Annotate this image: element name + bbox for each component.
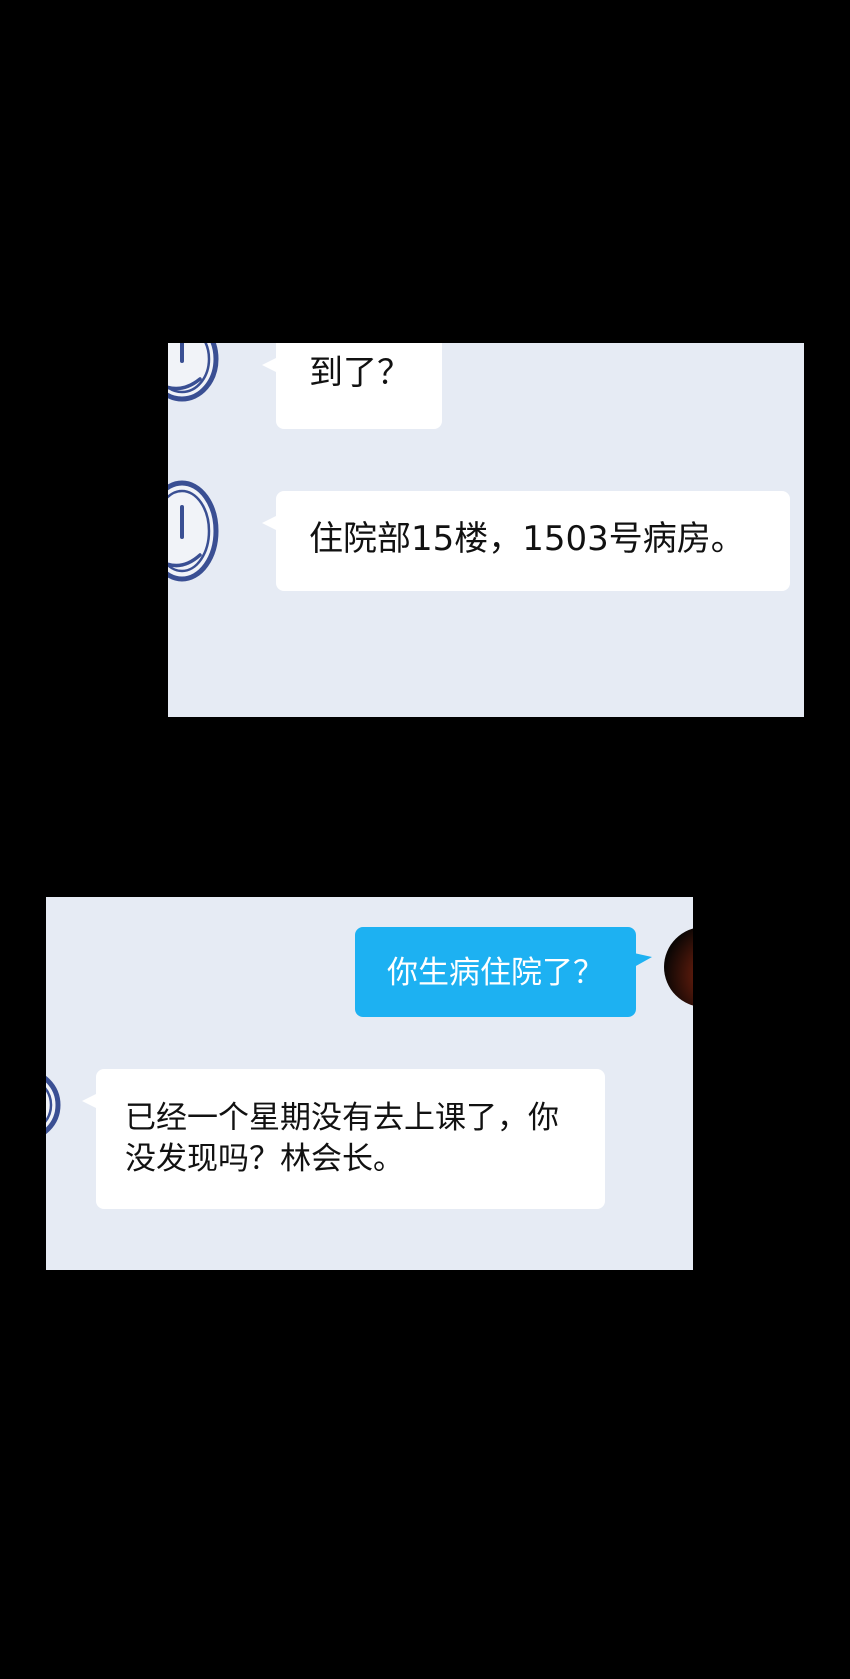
message-bubble-incoming[interactable]: 住院部15楼，1503号病房。 (262, 491, 790, 591)
smiley-avatar-icon[interactable] (168, 479, 238, 585)
message-text-line-1: 已经一个星期没有去上课了，你 (125, 1100, 559, 1136)
message-text: 你生病住院了？ (387, 955, 604, 991)
user-avatar-icon[interactable] (664, 927, 693, 1007)
chat-panel-top: 到了？ 住院部15楼，1503号病房。 (168, 343, 804, 717)
smiley-avatar-icon[interactable] (46, 1065, 70, 1145)
message-bubble-outgoing[interactable]: 你生病住院了？ (355, 927, 652, 1017)
smiley-avatar-icon[interactable] (168, 343, 238, 419)
message-text-line-2: 没发现吗？林会长。 (125, 1141, 404, 1177)
chat-panel-bottom: 你生病住院了？ 已经一个星期没有去上课了，你 没发现吗？林会长。 (46, 897, 693, 1270)
message-bubble-incoming[interactable]: 已经一个星期没有去上课了，你 没发现吗？林会长。 (82, 1069, 605, 1209)
message-bubble-incoming[interactable]: 到了？ (262, 343, 442, 429)
message-text: 住院部15楼，1503号病房。 (309, 519, 745, 559)
message-text: 到了？ (309, 353, 411, 393)
